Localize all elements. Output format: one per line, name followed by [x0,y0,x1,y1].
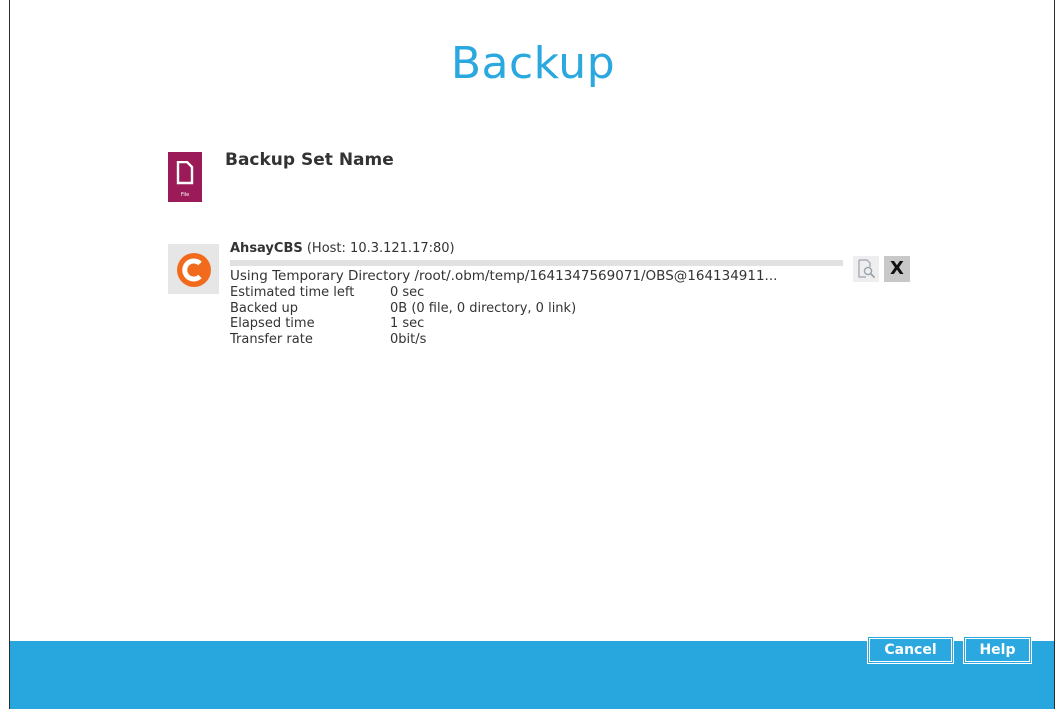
file-icon-caption: File [180,192,190,198]
backup-stats: Estimated time left 0 sec Backed up 0B (0 … [230,285,576,347]
stat-value: 0 sec [390,285,425,300]
cancel-button[interactable]: Cancel [867,636,954,664]
page-title: Backup [450,38,616,89]
stat-label: Estimated time left [230,285,355,300]
stat-value: 0bit/s [390,331,427,347]
cancel-button-label: Cancel [869,638,952,662]
stat-row-backed-up: Backed up 0B (0 file, 0 directory, 0 link… [230,301,576,317]
destination-header: AhsayCBS (Host: 10.3.121.17:80) [230,241,455,256]
file-icon: File [168,152,202,202]
magnifier-report-icon [858,259,875,278]
stat-label: Backed up [230,300,298,316]
stat-value: 1 sec [390,316,425,331]
stat-label: Elapsed time [230,316,315,331]
ahsay-c-logo-icon [168,244,219,294]
destination-name: AhsayCBS [230,241,303,256]
stat-row-estimated-time: Estimated time left 0 sec [230,285,576,301]
destination-host: (Host: 10.3.121.17:80) [306,241,455,256]
stat-value: 0B (0 file, 0 directory, 0 link) [390,300,577,316]
help-button-label: Help [965,638,1030,662]
status-message: Using Temporary Directory /root/.obm/tem… [230,268,778,284]
stat-row-transfer-rate: Transfer rate 0bit/s [230,332,576,348]
cancel-backup-x-button[interactable]: X [884,256,910,282]
help-button[interactable]: Help [963,636,1032,664]
backup-progress-bar [230,260,843,266]
backup-window: Backup File Backup Set Name AhsayCBS (Ho… [9,0,1055,709]
view-report-button[interactable] [853,256,879,282]
stat-row-elapsed-time: Elapsed time 1 sec [230,316,576,332]
stat-label: Transfer rate [230,331,313,347]
backup-set-name-label: Backup Set Name [225,150,394,170]
